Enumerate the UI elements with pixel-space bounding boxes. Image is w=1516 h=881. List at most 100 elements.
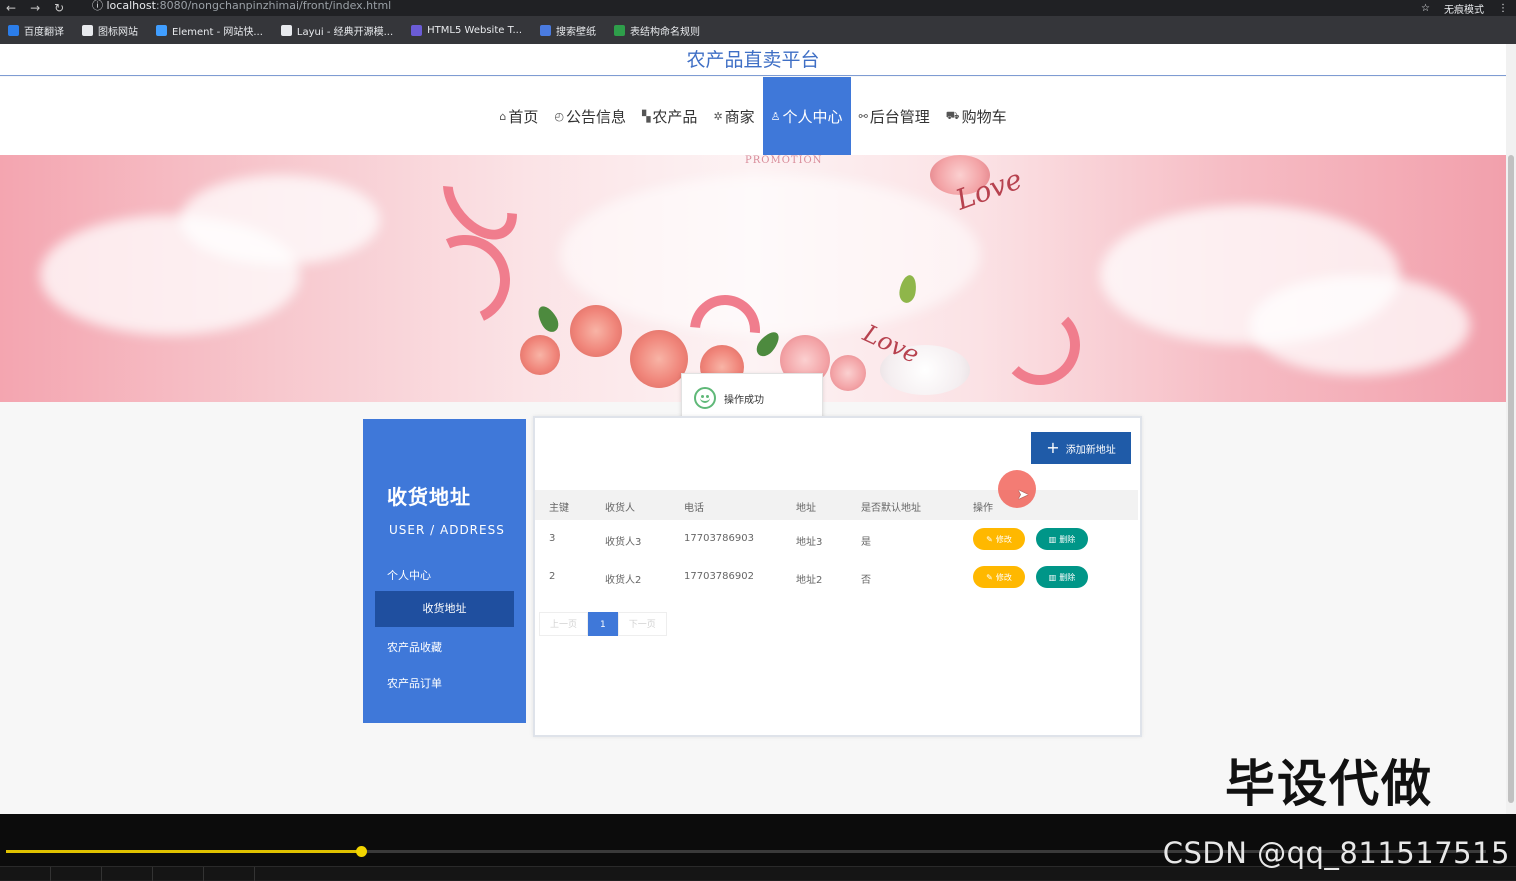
bookmark-icon [82,24,93,36]
smile-icon [694,387,716,409]
sidebar-item[interactable]: 农产品订单 [387,675,442,691]
bookmark-item[interactable]: Layui - 经典开源模... [280,23,394,38]
table-header: 主键 收货人 电话 地址 是否默认地址 操作 [535,490,1138,520]
table-cell: 17703786902 [684,571,754,582]
bookmark-icon [280,24,292,36]
bookmarks-bar: 百度翻译 图标网站 Element - 网站快... Layui - 经典开源模...… [0,16,1516,44]
next-page-button[interactable]: 下一页 [617,612,667,636]
toast-message: 操作成功 [724,394,764,406]
nav-item-2[interactable]: ▚ 农产品 [634,77,705,155]
bookmark-label: 图标网站 [98,26,138,38]
settings-icon: ✲ [713,109,723,123]
bookmark-label: 搜索壁纸 [556,26,597,38]
nav-item-0[interactable]: ⌂ 首页 [491,77,546,155]
info-icon: ⓘ [92,0,107,12]
forward-icon[interactable]: → [30,1,40,15]
bookmark-icon [540,24,552,36]
nav-item-5[interactable]: ⚯ 后台管理 [851,77,938,155]
mouse-cursor-icon: ➤ [1017,487,1029,503]
edit-label: 修改 [995,534,1012,544]
incognito-label[interactable]: 无痕模式 [1444,1,1484,16]
nav-label: 购物车 [961,107,1007,126]
menu-icon[interactable]: ⋮ [1498,3,1508,14]
bookmark-icon [614,24,626,36]
bookmark-item[interactable]: Element - 网站快... [156,23,263,38]
sidebar-subtitle: USER / ADDRESS [389,523,505,537]
table-row: 2 收货人2 17703786902 地址2 否 ✎ 修改 ▥ 删除 [535,558,1138,596]
table-cell: 是 [861,537,871,548]
delete-button[interactable]: ▥ 删除 [1036,528,1088,550]
page-1-button[interactable]: 1 [588,612,618,636]
table-cell: 否 [861,575,871,586]
edit-button[interactable]: ✎ 修改 [973,566,1025,588]
delete-button[interactable]: ▥ 删除 [1036,566,1088,588]
user-icon: ♙ [770,109,781,123]
add-address-label: 添加新地址 [1065,444,1116,456]
table-cell: 2 [549,571,556,582]
bookmark-icon [8,24,19,36]
banner: PROMOTION Love Love [0,155,1506,402]
bookmark-item[interactable]: 百度翻译 [8,23,64,38]
edit-button[interactable]: ✎ 修改 [973,528,1025,550]
nav-item-6[interactable]: ⛟ 购物车 [938,77,1015,155]
home-icon: ⌂ [499,109,507,123]
table-cell: 3 [549,533,556,544]
nav-item-3[interactable]: ✲ 商家 [705,77,762,155]
trash-icon: ▥ [1048,534,1057,544]
sidebar-title: 收货地址 [387,485,471,509]
page-scrollbar-thumb[interactable] [1508,155,1514,803]
table-cell: 地址3 [796,537,823,548]
browser-nav-buttons: ← → ↻ [6,0,86,16]
plus-icon: + [1046,438,1060,457]
bookmark-label: Layui - 经典开源模... [296,26,394,38]
reload-icon[interactable]: ↻ [54,1,64,15]
delete-label: 删除 [1059,572,1076,582]
table-row: 3 收货人3 17703786903 地址3 是 ✎ 修改 ▥ 删除 [535,520,1138,558]
nav-label: 公告信息 [565,107,626,126]
table-cell: 收货人2 [605,575,642,586]
browser-toolbar: ← → ↻ ⓘ localhost:8080/nongchanpinzhimai… [0,0,1516,16]
column-header: 电话 [684,503,704,514]
user-sidebar: 收货地址 USER / ADDRESS 个人中心 收货地址 农产品收藏 农产品订单 [363,419,526,723]
nav-item-4[interactable]: ♙ 个人中心 [762,77,851,155]
back-icon[interactable]: ← [6,1,16,15]
nav-label: 首页 [508,107,539,126]
address-panel: + 添加新地址 主键 收货人 电话 地址 是否默认地址 操作 上一页 1 下一页 3 收货人… [533,416,1142,737]
grid-icon: ▚ [641,109,651,123]
site-title: 农产品直卖平台 [0,44,1506,76]
table-cell: 17703786903 [684,533,754,544]
bookmark-label: Element - 网站快... [172,26,263,38]
sidebar-item[interactable]: 收货地址 [375,591,514,627]
sidebar-item[interactable]: 个人中心 [387,567,431,583]
edit-label: 修改 [995,572,1012,582]
table-cell: 收货人3 [605,537,642,548]
nav-label: 农产品 [652,107,698,126]
pencil-icon: ✎ [986,572,993,582]
bookmark-label: 百度翻译 [24,26,64,38]
column-header: 收货人 [605,503,635,514]
video-scrub-handle[interactable] [356,846,367,857]
sidebar-item[interactable]: 农产品收藏 [387,639,442,655]
bookmark-item[interactable]: 表结构命名规则 [614,23,700,38]
pencil-icon: ✎ [986,534,993,544]
bookmark-icon [411,24,423,36]
bookmark-item[interactable]: 图标网站 [82,23,138,38]
bookmark-label: HTML5 Website T... [427,24,523,36]
prev-page-button[interactable]: 上一页 [539,612,589,636]
nav-label: 商家 [724,107,755,126]
address-bar[interactable]: ⓘ localhost:8080/nongchanpinzhimai/front… [92,0,391,16]
star-icon[interactable]: ☆ [1421,3,1430,14]
browser-right-controls: ☆ 无痕模式 ⋮ [1421,0,1508,16]
column-header: 是否默认地址 [861,503,921,514]
column-header: 操作 [973,503,993,514]
column-header: 主键 [549,503,569,514]
bookmark-icon [156,24,167,36]
bookmark-item[interactable]: 搜索壁纸 [540,23,596,38]
web-page: 农产品直卖平台 ⌂ 首页 ◴ 公告信息 ▚ 农产品 ✲ 商家 ♙ 个人中心 ⚯ 后台管理 ⛟ 购物车 PR… [0,44,1506,814]
table-cell: 地址2 [796,575,823,586]
bookmark-item[interactable]: HTML5 Website T... [411,24,523,36]
nav-item-1[interactable]: ◴ 公告信息 [546,77,634,155]
trash-icon: ▥ [1048,572,1057,582]
add-address-button[interactable]: + 添加新地址 [1031,432,1131,464]
column-header: 地址 [796,503,816,514]
